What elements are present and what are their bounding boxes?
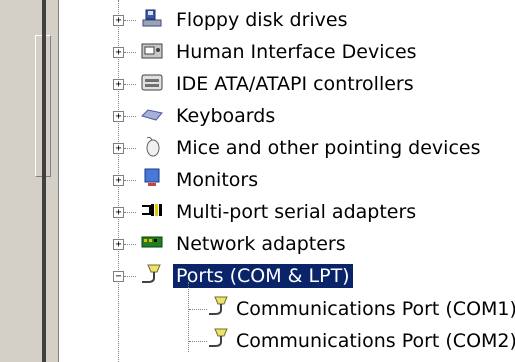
tree-connector (124, 20, 136, 21)
expand-toggle[interactable]: + (113, 143, 124, 154)
port-icon (209, 328, 228, 347)
floppy-drive-icon (142, 9, 162, 27)
tree-child-label: Communications Port (COM2) (236, 330, 515, 352)
tree-item-label: IDE ATA/ATAPI controllers (176, 73, 414, 95)
tree-connector (189, 309, 207, 310)
hid-icon (141, 43, 163, 59)
collapse-toggle[interactable]: − (113, 271, 124, 282)
port-icon (209, 296, 228, 315)
port-icon (142, 264, 161, 283)
tree-connector (124, 84, 136, 85)
expand-toggle[interactable]: + (113, 47, 124, 58)
tree-connector (124, 276, 136, 277)
tree-item-label: Multi-port serial adapters (176, 201, 417, 223)
monitor-icon (144, 168, 160, 186)
left-scroll-panel (0, 0, 59, 362)
tree-connector (124, 52, 136, 53)
tree-child-label: Communications Port (COM1) (236, 298, 515, 320)
expand-toggle[interactable]: + (113, 111, 124, 122)
panel-divider (42, 0, 46, 362)
tree-item-label: Network adapters (176, 233, 346, 255)
keyboard-icon (141, 109, 163, 121)
tree-item-label: Floppy disk drives (176, 9, 348, 31)
tree-connector (124, 148, 136, 149)
tree-item-label: Human Interface Devices (176, 41, 417, 63)
tree-connector (124, 116, 136, 117)
tree-connector (189, 341, 207, 342)
serial-adapter-icon (142, 204, 162, 216)
ide-controller-icon (141, 74, 163, 91)
network-adapter-icon (141, 236, 163, 248)
expand-toggle[interactable]: + (113, 239, 124, 250)
expand-toggle[interactable]: + (113, 175, 124, 186)
tree-connector (124, 212, 136, 213)
tree-item-label: Keyboards (176, 105, 276, 127)
tree-item-label: Mice and other pointing devices (176, 137, 481, 159)
tree-connector (124, 180, 136, 181)
expand-toggle[interactable]: + (113, 79, 124, 90)
tree-connector (124, 244, 136, 245)
expand-toggle[interactable]: + (113, 15, 124, 26)
mouse-icon (146, 136, 160, 157)
tree-item-label-selected: Ports (COM & LPT) (173, 264, 353, 288)
expand-toggle[interactable]: + (113, 207, 124, 218)
tree-item-label: Monitors (176, 169, 259, 191)
